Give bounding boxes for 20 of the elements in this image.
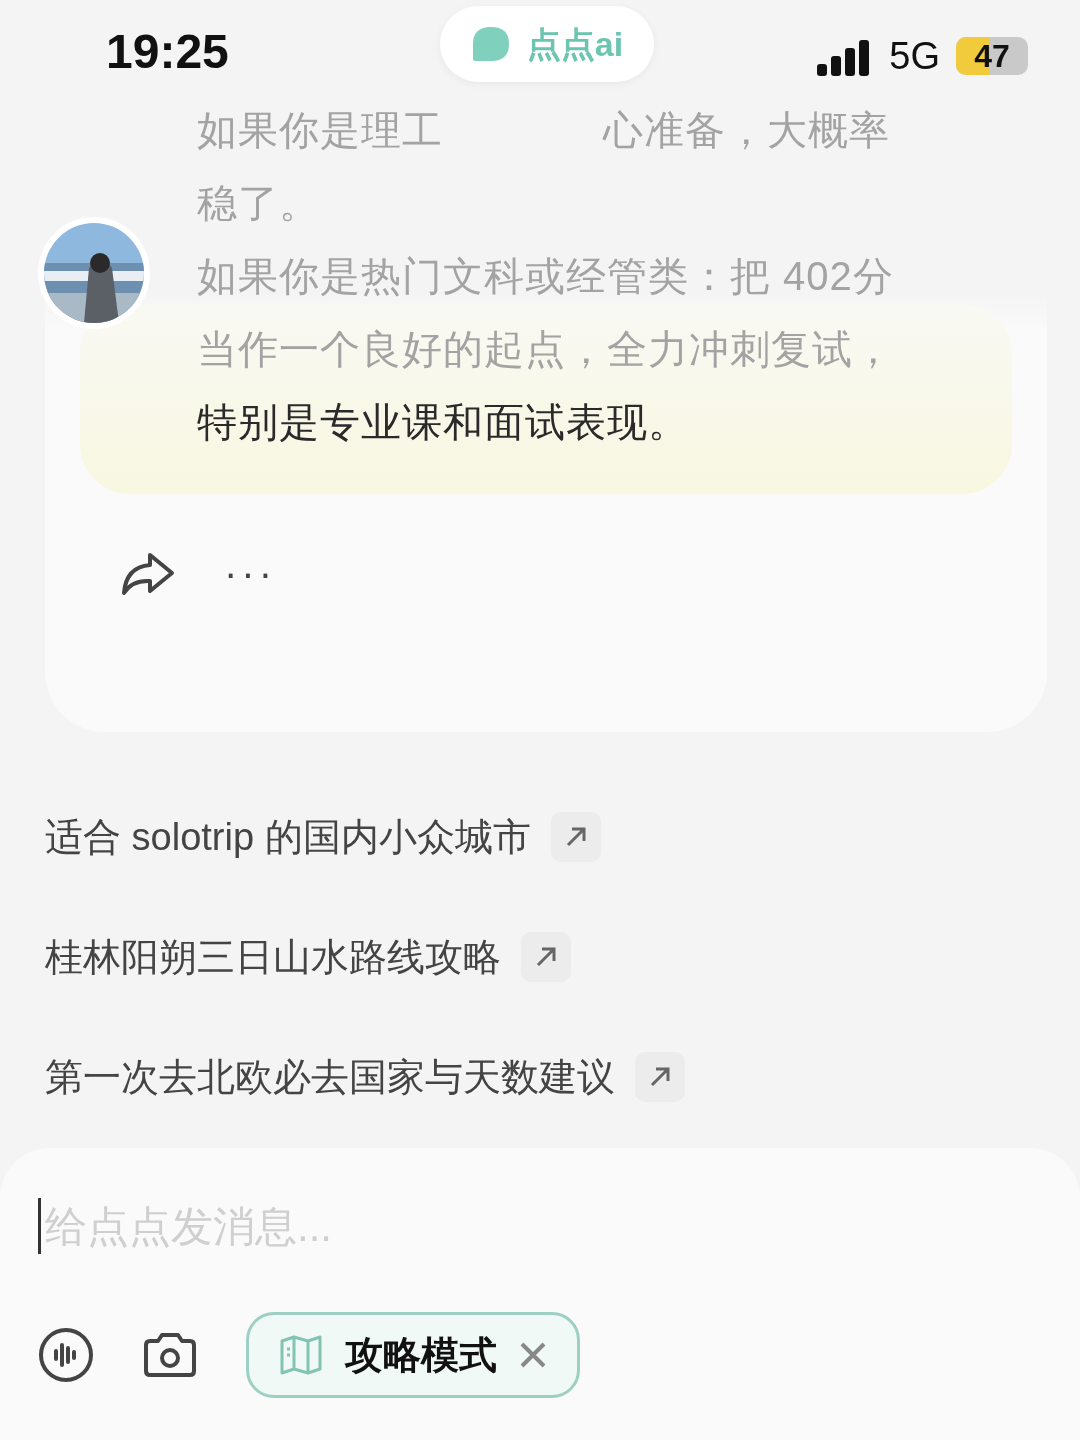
app-title-pill: 点点ai	[440, 6, 654, 82]
status-time: 19:25	[106, 28, 229, 76]
suggestion-link[interactable]: 适合 solotrip 的国内小众城市	[45, 814, 531, 860]
message-text: 特别是专业课和面试表现。	[197, 400, 689, 444]
message-text: 稳了。	[197, 181, 320, 225]
close-icon[interactable]	[519, 1341, 547, 1369]
suggestion-link[interactable]: 第一次去北欧必去国家与天数建议	[45, 1054, 615, 1100]
suggestion-link[interactable]: 桂林阳朔三日山水路线攻略	[45, 934, 501, 980]
camera-button[interactable]	[142, 1331, 198, 1379]
network-label: 5G	[889, 37, 940, 75]
more-button[interactable]: ···	[224, 553, 276, 593]
mode-chip[interactable]: 攻略模式	[246, 1312, 580, 1398]
message-text: 心准备，大概率	[603, 108, 890, 152]
message-text: 如果你是理工	[197, 108, 443, 152]
voice-button[interactable]	[38, 1327, 94, 1383]
message-text: 当作一个良好的起点，全力冲刺复试，	[197, 327, 894, 371]
chat-bubble-icon	[470, 25, 511, 63]
mode-label: 攻略模式	[345, 1332, 497, 1378]
map-icon	[279, 1335, 323, 1375]
message-text: 如果你是热门文科或经管类：把 402分	[197, 254, 894, 298]
